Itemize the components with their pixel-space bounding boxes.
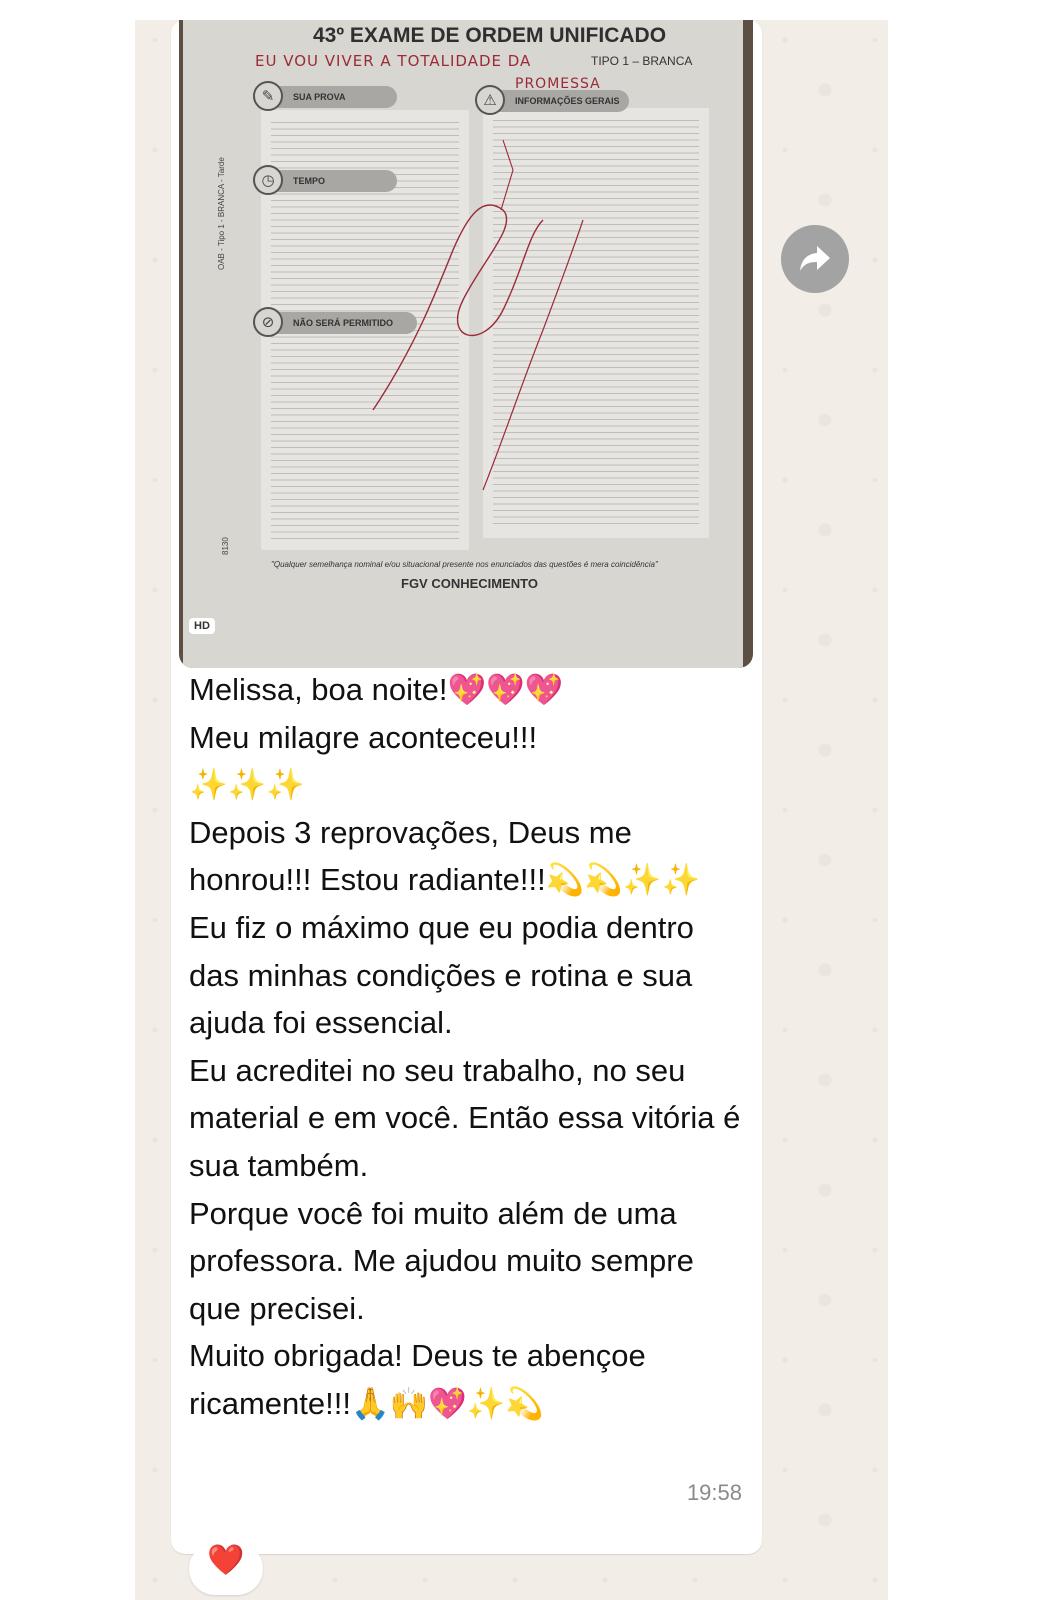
forward-arrow-icon [800,246,830,271]
message-bubble[interactable]: 43º EXAME DE ORDEM UNIFICADO TIPO 1 – BR… [171,20,762,1554]
message-line: Porque você foi muito além de uma profes… [189,1195,694,1326]
hd-badge: HD [189,618,215,634]
message-timestamp: 19:58 [686,1480,742,1505]
message-line: Melissa, boa noite!💖💖💖 [189,672,564,707]
exam-sheet: 43º EXAME DE ORDEM UNIFICADO TIPO 1 – BR… [183,20,743,668]
message-text: Melissa, boa noite!💖💖💖 Meu milagre acont… [189,666,749,1428]
message-line: Depois 3 reprovações, Deus me honrou!!! … [189,814,701,898]
message-line: Eu fiz o máximo que eu podia dentro das … [189,909,694,1041]
forward-button[interactable] [781,225,849,293]
heart-reaction[interactable]: ❤️ [189,1543,263,1595]
message-line: Meu milagre aconteceu!!! [189,719,538,755]
message-line: Eu acreditei no seu trabalho, no seu mat… [189,1052,741,1183]
handwritten-scribble [372,139,584,491]
message-line: ✨✨✨ [189,767,305,803]
exam-photo[interactable]: 43º EXAME DE ORDEM UNIFICADO TIPO 1 – BR… [179,20,753,668]
message-line: Muito obrigada! Deus te abençoe ricament… [189,1338,646,1421]
